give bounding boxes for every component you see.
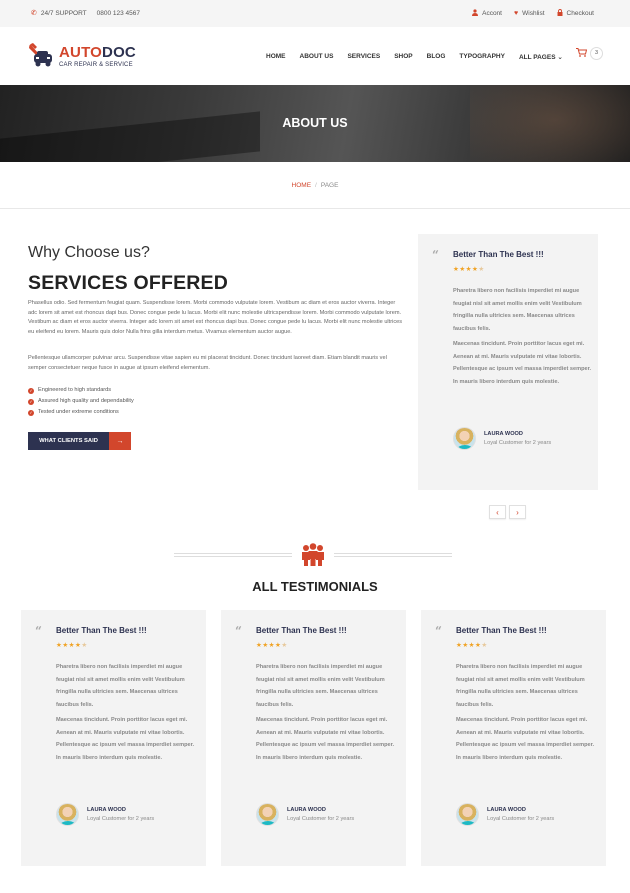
cart-icon — [576, 48, 588, 59]
check-icon: ✓ — [28, 409, 34, 416]
author-name: LAURA WOOD — [487, 807, 526, 813]
nav-item-shop[interactable]: SHOP — [394, 53, 412, 61]
support-label: 24/7 SUPPORT — [40, 9, 87, 17]
testimonial-title: Better Than The Best !!! — [256, 626, 347, 635]
nav-item-home[interactable]: HOME — [266, 53, 286, 61]
testimonial-text-2: Maecenas tincidunt. Proin porttitor lacu… — [453, 341, 592, 385]
author-name: LAURA WOOD — [87, 807, 126, 813]
author-role: Loyal Customer for 2 years — [484, 440, 552, 446]
testimonial-title: Better Than The Best !!! — [456, 626, 547, 635]
support-phone[interactable]: 0800 123 4567 — [97, 10, 140, 17]
testimonial-author: LAURA WOOD Loyal Customer for 2 years — [56, 803, 154, 826]
slider-next-button[interactable]: › — [509, 505, 526, 519]
heart-icon: ♥ — [513, 10, 519, 17]
testimonial-title: Better Than The Best !!! — [56, 626, 147, 635]
site-header: AUTODOC CAR REPAIR & SERVICE HOME ABOUT … — [0, 27, 630, 85]
avatar — [56, 803, 79, 826]
checklist-item: ✓ Assured high quality and dependability — [28, 398, 134, 405]
wrench-car-logo-icon — [28, 43, 54, 69]
testimonial-card: “ Better Than The Best !!! ★★★★★ Pharetr… — [221, 610, 406, 866]
wishlist-link[interactable]: ♥ Wishlist — [514, 9, 545, 18]
heading-divider-right — [334, 553, 452, 557]
quote-icon: “ — [432, 248, 439, 262]
page-banner: ABOUT US — [0, 85, 630, 162]
star-rating: ★★★★★ — [453, 266, 485, 273]
testimonial-text-1: Pharetra libero non facilisis imperdiet … — [453, 288, 582, 332]
check-icon: ✓ — [28, 398, 34, 405]
people-group-icon — [300, 543, 326, 567]
checklist-item: ✓ Tested under extreme conditions — [28, 409, 119, 416]
account-links: Accont ♥ Wishlist Checkout — [472, 9, 594, 18]
testimonial-title: Better Than The Best !!! — [453, 250, 544, 259]
user-icon — [472, 9, 479, 18]
cart-count-badge: 3 — [590, 47, 603, 60]
phone-icon: ✆ — [31, 10, 37, 17]
breadcrumb: HOME / PAGE — [0, 182, 630, 189]
quote-icon: “ — [435, 624, 442, 638]
testimonial-author: LAURA WOOD Loyal Customer for 2 years — [256, 803, 354, 826]
author-role: Loyal Customer for 2 years — [287, 816, 355, 822]
checkout-link[interactable]: Checkout — [557, 9, 594, 18]
section-subtitle: Why Choose us? — [28, 244, 150, 261]
testimonials-heading: ALL TESTIMONIALS — [252, 579, 378, 594]
testimonial-text-1: Pharetra libero non facilisis imperdiet … — [456, 664, 585, 708]
wishlist-link-label: Wishlist — [522, 10, 545, 17]
section-divider — [0, 208, 630, 209]
author-role: Loyal Customer for 2 years — [487, 816, 555, 822]
what-clients-said-button[interactable]: WHAT CLIENTS SAID → — [28, 432, 131, 450]
author-name: LAURA WOOD — [287, 807, 326, 813]
testimonial-text-2: Maecenas tincidunt. Proin porttitor lacu… — [256, 717, 395, 761]
nav-item-typography[interactable]: TYPOGRAPHY — [459, 53, 505, 61]
page-title: ABOUT US — [282, 116, 348, 130]
testimonial-card: “ Better Than The Best !!! ★★★★★ Pharetr… — [421, 610, 606, 866]
testimonial-author: LAURA WOOD Loyal Customer for 2 years — [453, 427, 551, 450]
testimonial-text-2: Maecenas tincidunt. Proin porttitor lacu… — [56, 717, 195, 761]
arrow-right-icon: → — [109, 432, 131, 450]
quote-icon: “ — [235, 624, 242, 638]
testimonial-text-2: Maecenas tincidunt. Proin porttitor lacu… — [456, 717, 595, 761]
avatar — [256, 803, 279, 826]
nav-item-blog[interactable]: BLOG — [427, 53, 446, 61]
testimonial-text-1: Pharetra libero non facilisis imperdiet … — [256, 664, 385, 708]
author-role: Loyal Customer for 2 years — [87, 816, 155, 822]
cta-label: WHAT CLIENTS SAID — [28, 432, 109, 450]
brand-name: AUTODOC — [59, 43, 136, 61]
checklist-item: ✓ Engineered to high standards — [28, 387, 112, 394]
heading-divider-left — [174, 553, 292, 557]
main-nav: HOME ABOUT US SERVICES SHOP BLOG TYPOGRA… — [266, 53, 563, 61]
section-title: SERVICES OFFERED — [28, 272, 229, 294]
nav-item-about-us[interactable]: ABOUT US — [300, 53, 334, 61]
top-bar: ✆ 24/7 SUPPORT 0800 123 4567 Accont ♥ Wi… — [0, 0, 630, 27]
check-icon: ✓ — [28, 387, 34, 394]
account-link-label: Accont — [482, 10, 502, 17]
avatar — [453, 427, 476, 450]
testimonial-text-1: Pharetra libero non facilisis imperdiet … — [56, 664, 185, 708]
about-paragraph-1: Phasellus odio. Sed fermentum feugiat qu… — [28, 300, 403, 335]
brand-tagline: CAR REPAIR & SERVICE — [59, 61, 133, 68]
testimonial-author: LAURA WOOD Loyal Customer for 2 years — [456, 803, 554, 826]
support-info: ✆ 24/7 SUPPORT 0800 123 4567 — [31, 9, 140, 18]
slider-prev-button[interactable]: ‹ — [489, 505, 506, 519]
star-rating: ★★★★★ — [56, 642, 88, 649]
account-link[interactable]: Accont — [472, 9, 502, 18]
author-name: LAURA WOOD — [484, 431, 523, 437]
cart-button[interactable]: 3 — [576, 47, 603, 60]
lock-icon — [557, 9, 563, 18]
nav-item-all-pages[interactable]: ALL PAGES ⌄ — [519, 53, 563, 61]
breadcrumb-separator: / — [315, 182, 317, 189]
testimonial-card: “ Better Than The Best !!! ★★★★★ Pharetr… — [21, 610, 206, 866]
feature-checklist: ✓ Engineered to high standards ✓ Assured h… — [28, 385, 134, 418]
avatar — [456, 803, 479, 826]
testimonial-slider-controls: ‹ › — [489, 505, 526, 519]
about-paragraph-2: Pellentesque ullamcorper pulvinar arcu. … — [28, 355, 387, 371]
checkout-link-label: Checkout — [566, 10, 594, 17]
star-rating: ★★★★★ — [456, 642, 488, 649]
breadcrumb-current: PAGE — [320, 182, 339, 189]
breadcrumb-home[interactable]: HOME — [292, 182, 312, 189]
featured-testimonial-card: “ Better Than The Best !!! ★★★★★ Pharetr… — [418, 234, 598, 490]
star-rating: ★★★★★ — [256, 642, 288, 649]
quote-icon: “ — [35, 624, 42, 638]
site-logo[interactable]: AUTODOC CAR REPAIR & SERVICE — [28, 43, 136, 69]
nav-item-services[interactable]: SERVICES — [347, 53, 380, 61]
